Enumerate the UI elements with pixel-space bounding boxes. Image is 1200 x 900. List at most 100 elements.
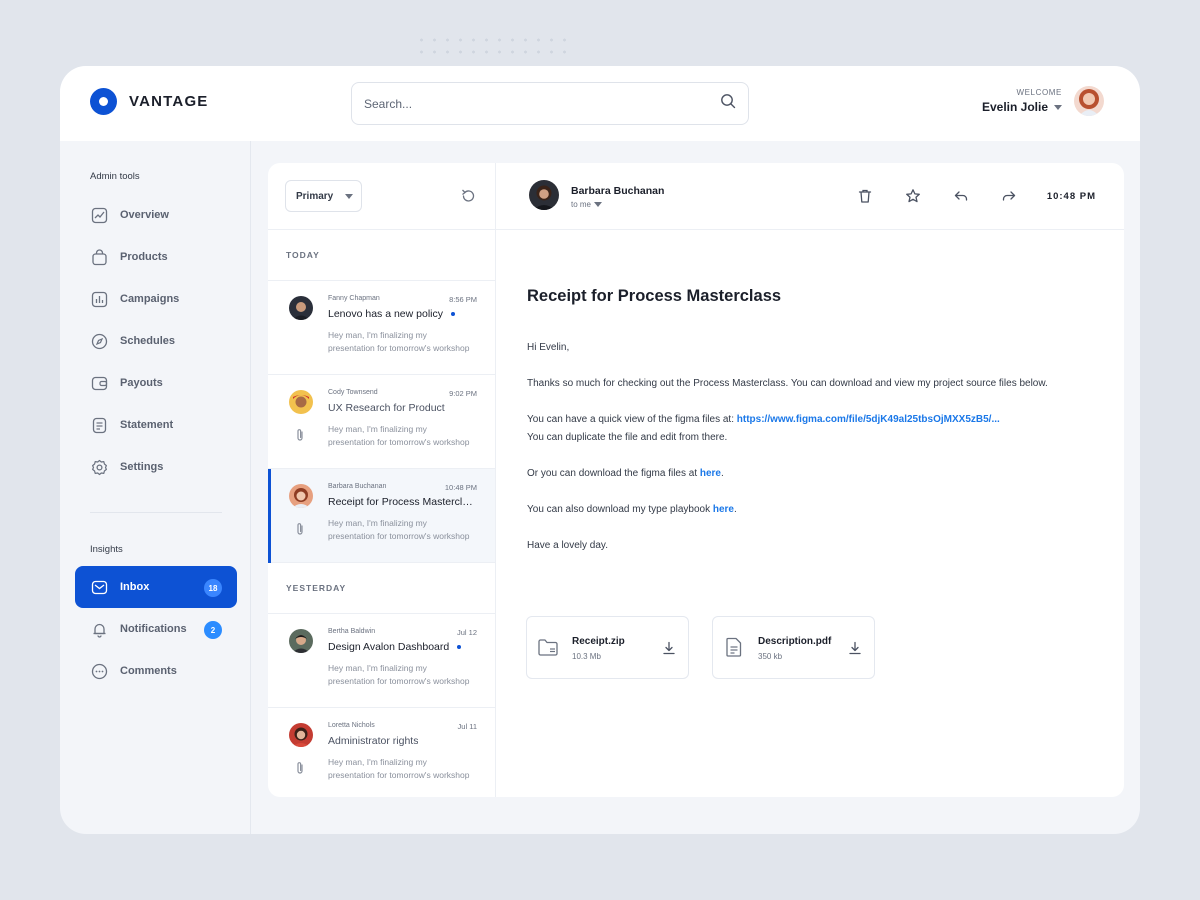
avatar[interactable] <box>1074 86 1104 116</box>
mail-time: 8:56 PM <box>449 295 477 304</box>
mail-timestamp: 10:48 PM <box>1046 191 1096 202</box>
sidebar: Admin tools Overview Products Campaigns … <box>60 141 251 834</box>
gear-icon <box>92 459 107 475</box>
document-icon <box>92 417 107 433</box>
sidebar-item-label: Inbox <box>120 581 150 593</box>
sidebar-item-settings[interactable]: Settings <box>75 446 237 488</box>
file-icon <box>723 636 745 663</box>
download-icon[interactable] <box>848 641 862 660</box>
sidebar-item-notifications[interactable]: Notifications 2 <box>75 608 237 650</box>
mail-paragraph: You can duplicate the file and edit from… <box>527 432 728 443</box>
mail-subject: Lenovo has a new policy <box>328 308 443 320</box>
logo[interactable]: VANTAGE <box>90 88 209 115</box>
top-bar: VANTAGE Search... WELCOME Evelin Jolie <box>60 66 1140 141</box>
attachment-card[interactable]: Receipt.zip 10.3 Mb <box>526 616 689 679</box>
sidebar-item-label: Settings <box>120 461 164 473</box>
chart-line-icon <box>91 207 108 223</box>
avatar <box>289 390 313 414</box>
list-item[interactable]: Bertha Baldwin Jul 12 Design Avalon Dash… <box>268 614 495 708</box>
mail-sender: Fanny Chapman <box>328 295 380 302</box>
mail-sender: Cody Townsend <box>328 389 378 396</box>
attachment-name: Receipt.zip <box>572 636 625 647</box>
paperclip-icon <box>295 522 305 541</box>
sidebar-item-overview[interactable]: Overview <box>75 194 237 236</box>
reply-icon[interactable] <box>953 188 969 209</box>
sidebar-item-label: Products <box>120 251 168 263</box>
mail-closing: Have a lovely day. <box>527 540 608 551</box>
mail-paragraph: Or you can download the figma files at h… <box>527 468 724 479</box>
sidebar-item-label: Notifications <box>120 623 187 635</box>
list-item[interactable]: Loretta Nichols Jul 11 Administrator rig… <box>268 708 495 797</box>
bar-chart-icon <box>91 291 108 307</box>
star-icon[interactable] <box>905 188 921 209</box>
chevron-down-icon <box>594 202 603 207</box>
mail-subject: Administrator rights <box>328 735 419 747</box>
bell-icon <box>93 623 106 638</box>
mail-paragraph: You can have a quick view of the figma f… <box>527 414 1000 425</box>
recipient-label: to me <box>571 200 592 209</box>
mail-reader: Barbara Buchanan to me 10:48 PM Receipt … <box>496 163 1124 797</box>
search-box[interactable]: Search... <box>351 82 749 125</box>
search-icon[interactable] <box>720 93 736 114</box>
mailbox-filter-select[interactable]: Primary <box>285 180 362 212</box>
sidebar-item-comments[interactable]: Comments <box>75 650 237 692</box>
user-name: Evelin Jolie <box>981 100 1048 114</box>
shopping-bag-icon <box>92 248 107 265</box>
recipient-toggle[interactable]: to me <box>571 200 603 209</box>
mail-preview: Hey man, I'm finalizing my presentation … <box>328 424 470 447</box>
reader-toolbar: Barbara Buchanan to me 10:48 PM <box>496 163 1124 230</box>
chat-icon <box>91 663 108 679</box>
filter-label: Primary <box>296 190 334 202</box>
attachment-name: Description.pdf <box>758 636 832 647</box>
mail-sender: Barbara Buchanan <box>328 483 387 490</box>
section-label-insights: Insights <box>90 544 123 555</box>
user-menu[interactable]: WELCOME Evelin Jolie <box>982 86 1104 116</box>
list-item[interactable]: Cody Townsend 9:02 PM UX Research for Pr… <box>268 375 495 469</box>
refresh-icon[interactable] <box>460 188 476 209</box>
unread-dot-icon <box>451 312 455 316</box>
sidebar-divider <box>90 512 222 513</box>
mail-sender: Loretta Nichols <box>328 722 375 729</box>
avatar <box>289 723 313 747</box>
mail-time: Jul 11 <box>457 722 477 731</box>
attachment-card[interactable]: Description.pdf 350 kb <box>712 616 875 679</box>
sidebar-item-products[interactable]: Products <box>75 236 237 278</box>
forward-icon[interactable] <box>1001 188 1017 209</box>
list-item-selected[interactable]: Barbara Buchanan 10:48 PM Receipt for Pr… <box>268 469 495 563</box>
sidebar-item-schedules[interactable]: Schedules <box>75 320 237 362</box>
mail-time: 10:48 PM <box>444 483 477 492</box>
mail-preview: Hey man, I'm finalizing my presentation … <box>328 757 470 780</box>
mail-paragraph: You can also download my type playbook h… <box>527 504 737 515</box>
sidebar-item-statement[interactable]: Statement <box>75 404 237 446</box>
sidebar-item-label: Payouts <box>120 377 163 389</box>
mail-subject: Design Avalon Dashboard <box>328 641 450 653</box>
download-playbook-link[interactable]: here <box>713 504 734 515</box>
sidebar-item-campaigns[interactable]: Campaigns <box>75 278 237 320</box>
sender-avatar <box>529 180 559 210</box>
unread-dot-icon <box>457 645 461 649</box>
group-label-today: TODAY <box>268 230 495 281</box>
mail-time: Jul 12 <box>456 628 477 637</box>
mail-preview: Hey man, I'm finalizing my presentation … <box>328 330 470 353</box>
logo-icon <box>90 88 117 115</box>
attachment-size: 10.3 Mb <box>572 652 601 661</box>
mail-time: 9:02 PM <box>449 389 477 398</box>
mail-subject: Receipt for Process Masterclass <box>328 496 473 508</box>
background-dots <box>415 34 575 58</box>
attachment-size: 350 kb <box>758 652 783 661</box>
section-label-admin: Admin tools <box>90 171 140 182</box>
figma-link[interactable]: https://www.figma.com/file/5djK49al25tbs… <box>737 414 1000 425</box>
download-figma-link[interactable]: here <box>700 468 721 479</box>
avatar <box>289 629 313 653</box>
search-input[interactable]: Search... <box>364 97 720 111</box>
mail-list: Primary TODAY Fanny Chapman 8:56 PM Leno… <box>268 163 496 797</box>
chevron-down-icon[interactable] <box>1054 104 1062 110</box>
sidebar-item-payouts[interactable]: Payouts <box>75 362 237 404</box>
sidebar-item-inbox[interactable]: Inbox 18 <box>75 566 237 608</box>
trash-icon[interactable] <box>857 188 873 209</box>
download-icon[interactable] <box>662 641 676 660</box>
list-item[interactable]: Fanny Chapman 8:56 PM Lenovo has a new p… <box>268 281 495 375</box>
avatar <box>289 484 313 508</box>
mail-subject: UX Research for Product <box>328 402 445 414</box>
notification-count-badge: 2 <box>204 621 222 639</box>
